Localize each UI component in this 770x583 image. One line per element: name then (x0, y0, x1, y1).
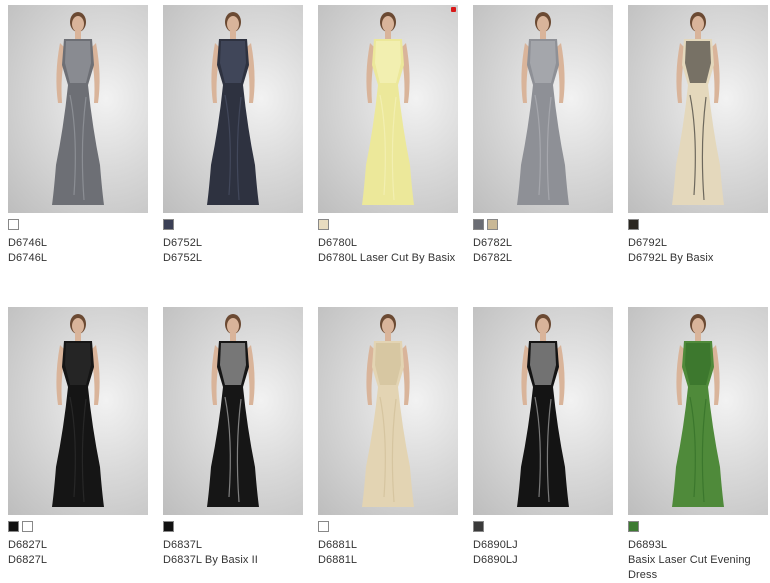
product-name[interactable]: D6752L (163, 251, 303, 266)
model-silhouette (517, 12, 569, 205)
product-code[interactable]: D6881L (318, 538, 357, 553)
product-code[interactable]: D6893L (628, 538, 667, 553)
color-swatch[interactable] (318, 219, 329, 230)
product-code[interactable]: D6827L (8, 538, 47, 553)
color-swatches (318, 521, 329, 532)
product-image[interactable] (163, 307, 303, 515)
color-swatch[interactable] (163, 521, 174, 532)
product-code[interactable]: D6780L (318, 236, 357, 251)
product-name[interactable]: D6837L By Basix II (163, 553, 303, 568)
model-silhouette (207, 314, 259, 507)
product-code[interactable]: D6890LJ (473, 538, 518, 553)
product-image[interactable] (628, 307, 768, 515)
model-silhouette (672, 314, 724, 507)
model-silhouette (362, 314, 414, 507)
color-swatch[interactable] (473, 521, 484, 532)
product-code[interactable]: D6792L (628, 236, 667, 251)
product-image[interactable] (163, 5, 303, 213)
product-grid: D6746L D6746L D6752L D6752L D6780L D6780… (0, 0, 770, 581)
product-image[interactable] (473, 5, 613, 213)
color-swatches (318, 219, 329, 230)
color-swatches (628, 521, 639, 532)
color-swatch[interactable] (163, 219, 174, 230)
color-swatch[interactable] (628, 219, 639, 230)
model-silhouette (207, 12, 259, 205)
color-swatches (163, 219, 174, 230)
color-swatches (628, 219, 639, 230)
product-image[interactable] (8, 307, 148, 515)
product-name[interactable]: D6792L By Basix (628, 251, 768, 266)
product-code[interactable]: D6752L (163, 236, 202, 251)
color-swatch[interactable] (318, 521, 329, 532)
model-silhouette (52, 314, 104, 507)
product-image[interactable] (318, 307, 458, 515)
model-silhouette (52, 12, 104, 205)
model-silhouette (517, 314, 569, 507)
product-image[interactable] (8, 5, 148, 213)
color-swatches (163, 521, 174, 532)
color-swatches (473, 521, 484, 532)
color-swatch[interactable] (473, 219, 484, 230)
color-swatches (8, 219, 19, 230)
product-name[interactable]: D6782L (473, 251, 613, 266)
product-code[interactable]: D6746L (8, 236, 47, 251)
product-name[interactable]: D6780L Laser Cut By Basix (318, 251, 458, 266)
product-image[interactable] (628, 5, 768, 213)
model-silhouette (362, 12, 414, 205)
color-swatch[interactable] (8, 219, 19, 230)
product-image[interactable] (318, 5, 458, 213)
product-name[interactable]: D6746L (8, 251, 148, 266)
color-swatches (473, 219, 498, 230)
product-name[interactable]: D6881L (318, 553, 458, 568)
product-code[interactable]: D6782L (473, 236, 512, 251)
product-name[interactable]: D6827L (8, 553, 148, 568)
color-swatch[interactable] (628, 521, 639, 532)
model-silhouette (672, 12, 724, 205)
color-swatch[interactable] (22, 521, 33, 532)
color-swatch[interactable] (487, 219, 498, 230)
color-swatches (8, 521, 33, 532)
product-code[interactable]: D6837L (163, 538, 202, 553)
new-badge-dot (451, 7, 456, 12)
product-name[interactable]: D6890LJ (473, 553, 613, 568)
product-image[interactable] (473, 307, 613, 515)
color-swatch[interactable] (8, 521, 19, 532)
